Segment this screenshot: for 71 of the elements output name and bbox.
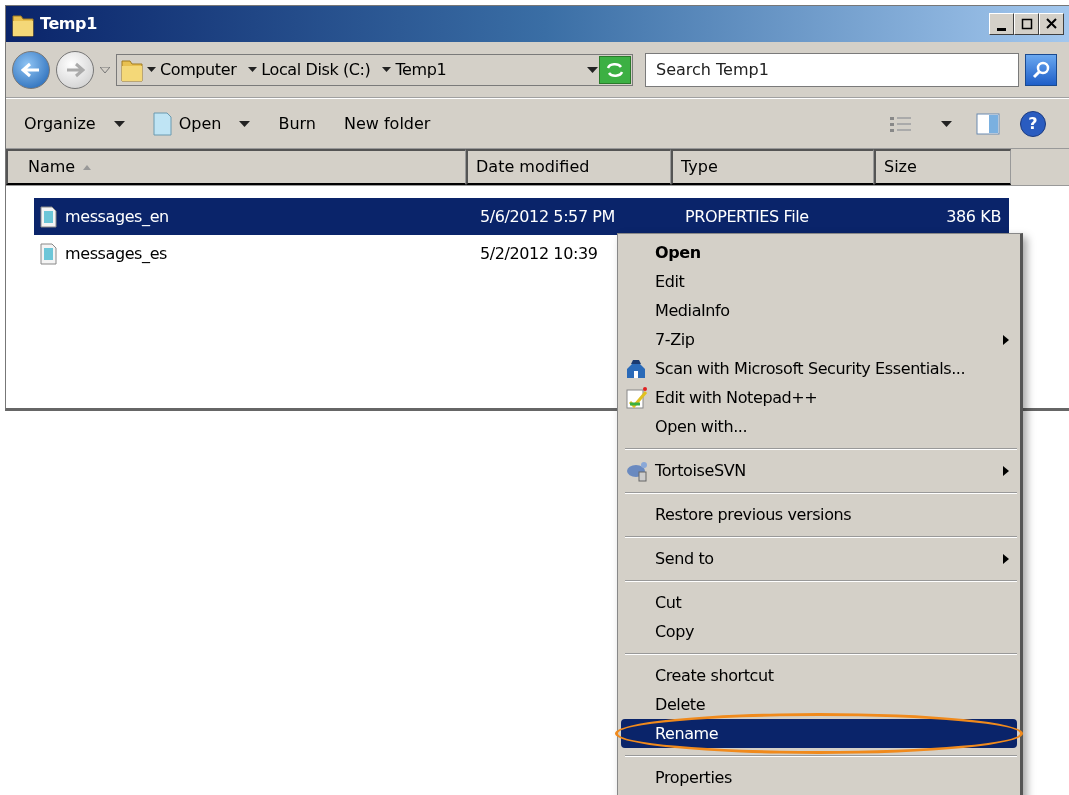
turtle-icon [625,459,649,483]
menu-item[interactable]: Open [621,238,1017,267]
menu-item[interactable]: Rename [621,719,1017,748]
menu-item[interactable]: Send to [621,544,1017,573]
date-cell: 5/6/2012 5:57 PM [480,206,615,226]
minimize-button[interactable] [989,13,1014,35]
caret-icon [113,120,125,127]
document-icon [40,242,57,265]
toolbar-button[interactable]: New folder [340,109,435,138]
file-row[interactable]: messages_en 5/6/2012 5:57 PM PROPERTIES File 386 KB [34,198,1009,235]
refresh-button[interactable] [599,55,631,84]
menu-item[interactable]: 7-Zip [621,325,1017,354]
window-title: Temp1 [40,13,97,35]
menu-item[interactable]: Restore previous versions [621,500,1017,529]
menu-item[interactable]: Edit [621,267,1017,296]
caret-icon [382,67,392,72]
menu-item[interactable]: Edit with Notepad++ [621,383,1017,412]
caret-icon [239,120,251,127]
column-header[interactable]: Date modified [466,149,671,185]
preview-pane-icon [976,112,1000,135]
maximize-icon [1020,18,1033,30]
close-icon [1045,18,1058,30]
address-bar[interactable]: Computer Local Disk (C:) Temp1 [116,53,633,86]
breadcrumb-segment[interactable]: Local Disk (C:) [261,57,371,82]
folder-icon [121,57,143,82]
column-header[interactable]: Name [6,149,466,185]
breadcrumb-segment[interactable]: Computer [160,57,237,82]
forward-arrow-icon [65,61,85,78]
search-button[interactable] [1025,53,1057,86]
search-icon [1031,60,1051,80]
dropdown-arrow-icon [100,66,110,73]
column-header[interactable]: Size [874,149,1011,185]
menu-item[interactable]: Scan with Microsoft Security Essentials... [621,354,1017,383]
date-cell: 5/2/2012 10:39 [480,243,598,263]
document-icon [152,110,173,137]
toolbar-button[interactable]: Open [148,108,255,139]
toolbar-button[interactable]: Burn [274,109,320,138]
maximize-button[interactable] [1014,13,1039,35]
breadcrumb-segment[interactable]: Temp1 [395,57,447,82]
help-button[interactable]: ? [1020,110,1046,137]
search-field[interactable]: Search Temp1 [645,52,1019,87]
submenu-arrow-icon [1003,334,1009,345]
submenu-arrow-icon [1003,465,1009,476]
notepad-icon [625,386,649,410]
forward-button[interactable] [56,50,94,89]
menu-item[interactable]: Open with... [621,412,1017,441]
menu-item[interactable]: Copy [621,617,1017,646]
close-button[interactable] [1039,13,1064,35]
caret-icon [248,67,258,72]
document-icon [40,205,57,228]
file-name: messages_en [65,205,169,228]
menu-item[interactable]: Properties [621,763,1017,792]
size-cell-text: 386 KB [945,205,1002,228]
caret-icon [147,67,156,72]
column-header[interactable]: Type [671,149,874,185]
menu-item[interactable]: TortoiseSVN [621,456,1017,485]
caret-icon [587,66,598,73]
back-button[interactable] [12,50,50,89]
menu-item[interactable]: Cut [621,588,1017,617]
menu-item[interactable]: Delete [621,690,1017,719]
menu-item[interactable]: MediaInfo [621,296,1017,325]
type-cell-text: PROPERTIES File [684,205,810,228]
caret-icon [941,120,952,127]
submenu-arrow-icon [1003,553,1009,564]
refresh-icon [605,61,625,79]
file-name: messages_es [65,242,168,265]
toolbar-button[interactable]: Organize [20,109,129,138]
sort-arrow-icon [83,164,92,170]
minimize-icon [997,27,1006,31]
back-arrow-icon [21,61,41,78]
menu-item[interactable]: Create shortcut [621,661,1017,690]
